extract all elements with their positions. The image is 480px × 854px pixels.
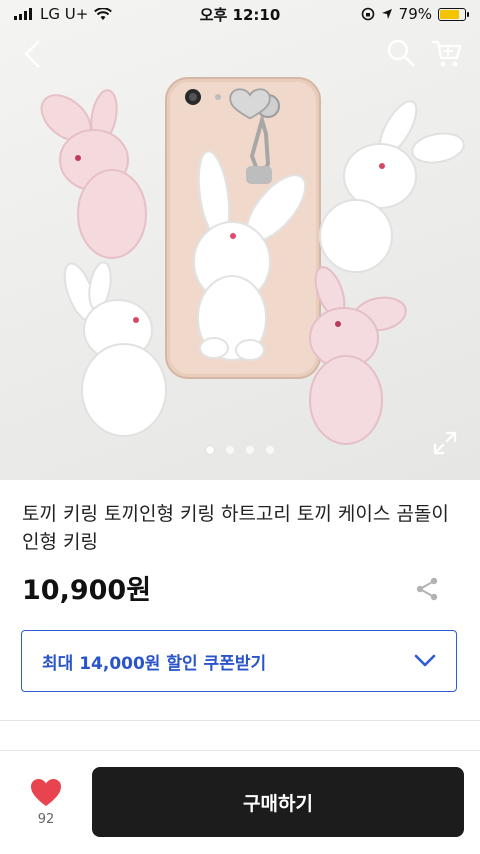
location-icon <box>381 9 392 19</box>
bunny-plush-pink-topleft <box>40 89 147 259</box>
search-icon <box>387 39 415 67</box>
product-photo <box>40 77 465 445</box>
rotation-lock-icon <box>361 7 374 21</box>
buy-button[interactable]: 구매하기 <box>92 767 464 837</box>
share-icon <box>416 577 438 601</box>
section-divider <box>0 750 480 751</box>
like-button[interactable]: 92 <box>18 778 74 838</box>
coupon-label: 최대 14,000원 할인 쿠폰받기 <box>42 653 267 674</box>
carrier-label: LG U+ <box>40 5 89 23</box>
cart-button[interactable] <box>430 36 464 70</box>
carousel-dot[interactable] <box>246 446 254 454</box>
carousel-indicator <box>0 446 480 454</box>
search-button[interactable] <box>384 36 418 70</box>
carousel-dot[interactable] <box>226 446 234 454</box>
bunny-plush-white-bottomleft <box>63 261 167 437</box>
battery-level <box>440 9 459 19</box>
like-count: 92 <box>37 812 55 827</box>
section-divider <box>0 720 480 721</box>
cart-icon <box>431 40 462 67</box>
chevron-down-icon <box>414 654 436 667</box>
back-arrow-icon <box>24 40 40 68</box>
signal-icon <box>14 8 32 20</box>
bunny-plush-white-topright <box>319 100 465 273</box>
share-button[interactable] <box>414 576 440 602</box>
battery-icon <box>438 7 469 21</box>
battery-percent: 79% <box>398 5 432 23</box>
wifi-icon <box>94 7 113 20</box>
status-left: LG U+ <box>14 5 113 23</box>
product-price: 10,900원 <box>22 575 152 606</box>
heart-icon <box>31 779 61 806</box>
product-title: 토끼 키링 토끼인형 키링 하트고리 토끼 케이스 곰돌이 인형 키링 <box>22 503 449 553</box>
status-right: 79% <box>361 5 469 23</box>
carousel-dot[interactable] <box>266 446 274 454</box>
back-button[interactable] <box>16 36 52 72</box>
bottom-action-bar: 92 구매하기 <box>0 752 480 854</box>
carousel-dot[interactable] <box>206 446 214 454</box>
status-bar: LG U+ 오후 12:10 79% <box>0 0 480 28</box>
coupon-download-button[interactable]: 최대 14,000원 할인 쿠폰받기 <box>21 630 457 692</box>
product-image-carousel[interactable]: LG U+ 오후 12:10 79% <box>0 0 480 480</box>
bunny-plush-pink-bottomright <box>309 266 407 445</box>
